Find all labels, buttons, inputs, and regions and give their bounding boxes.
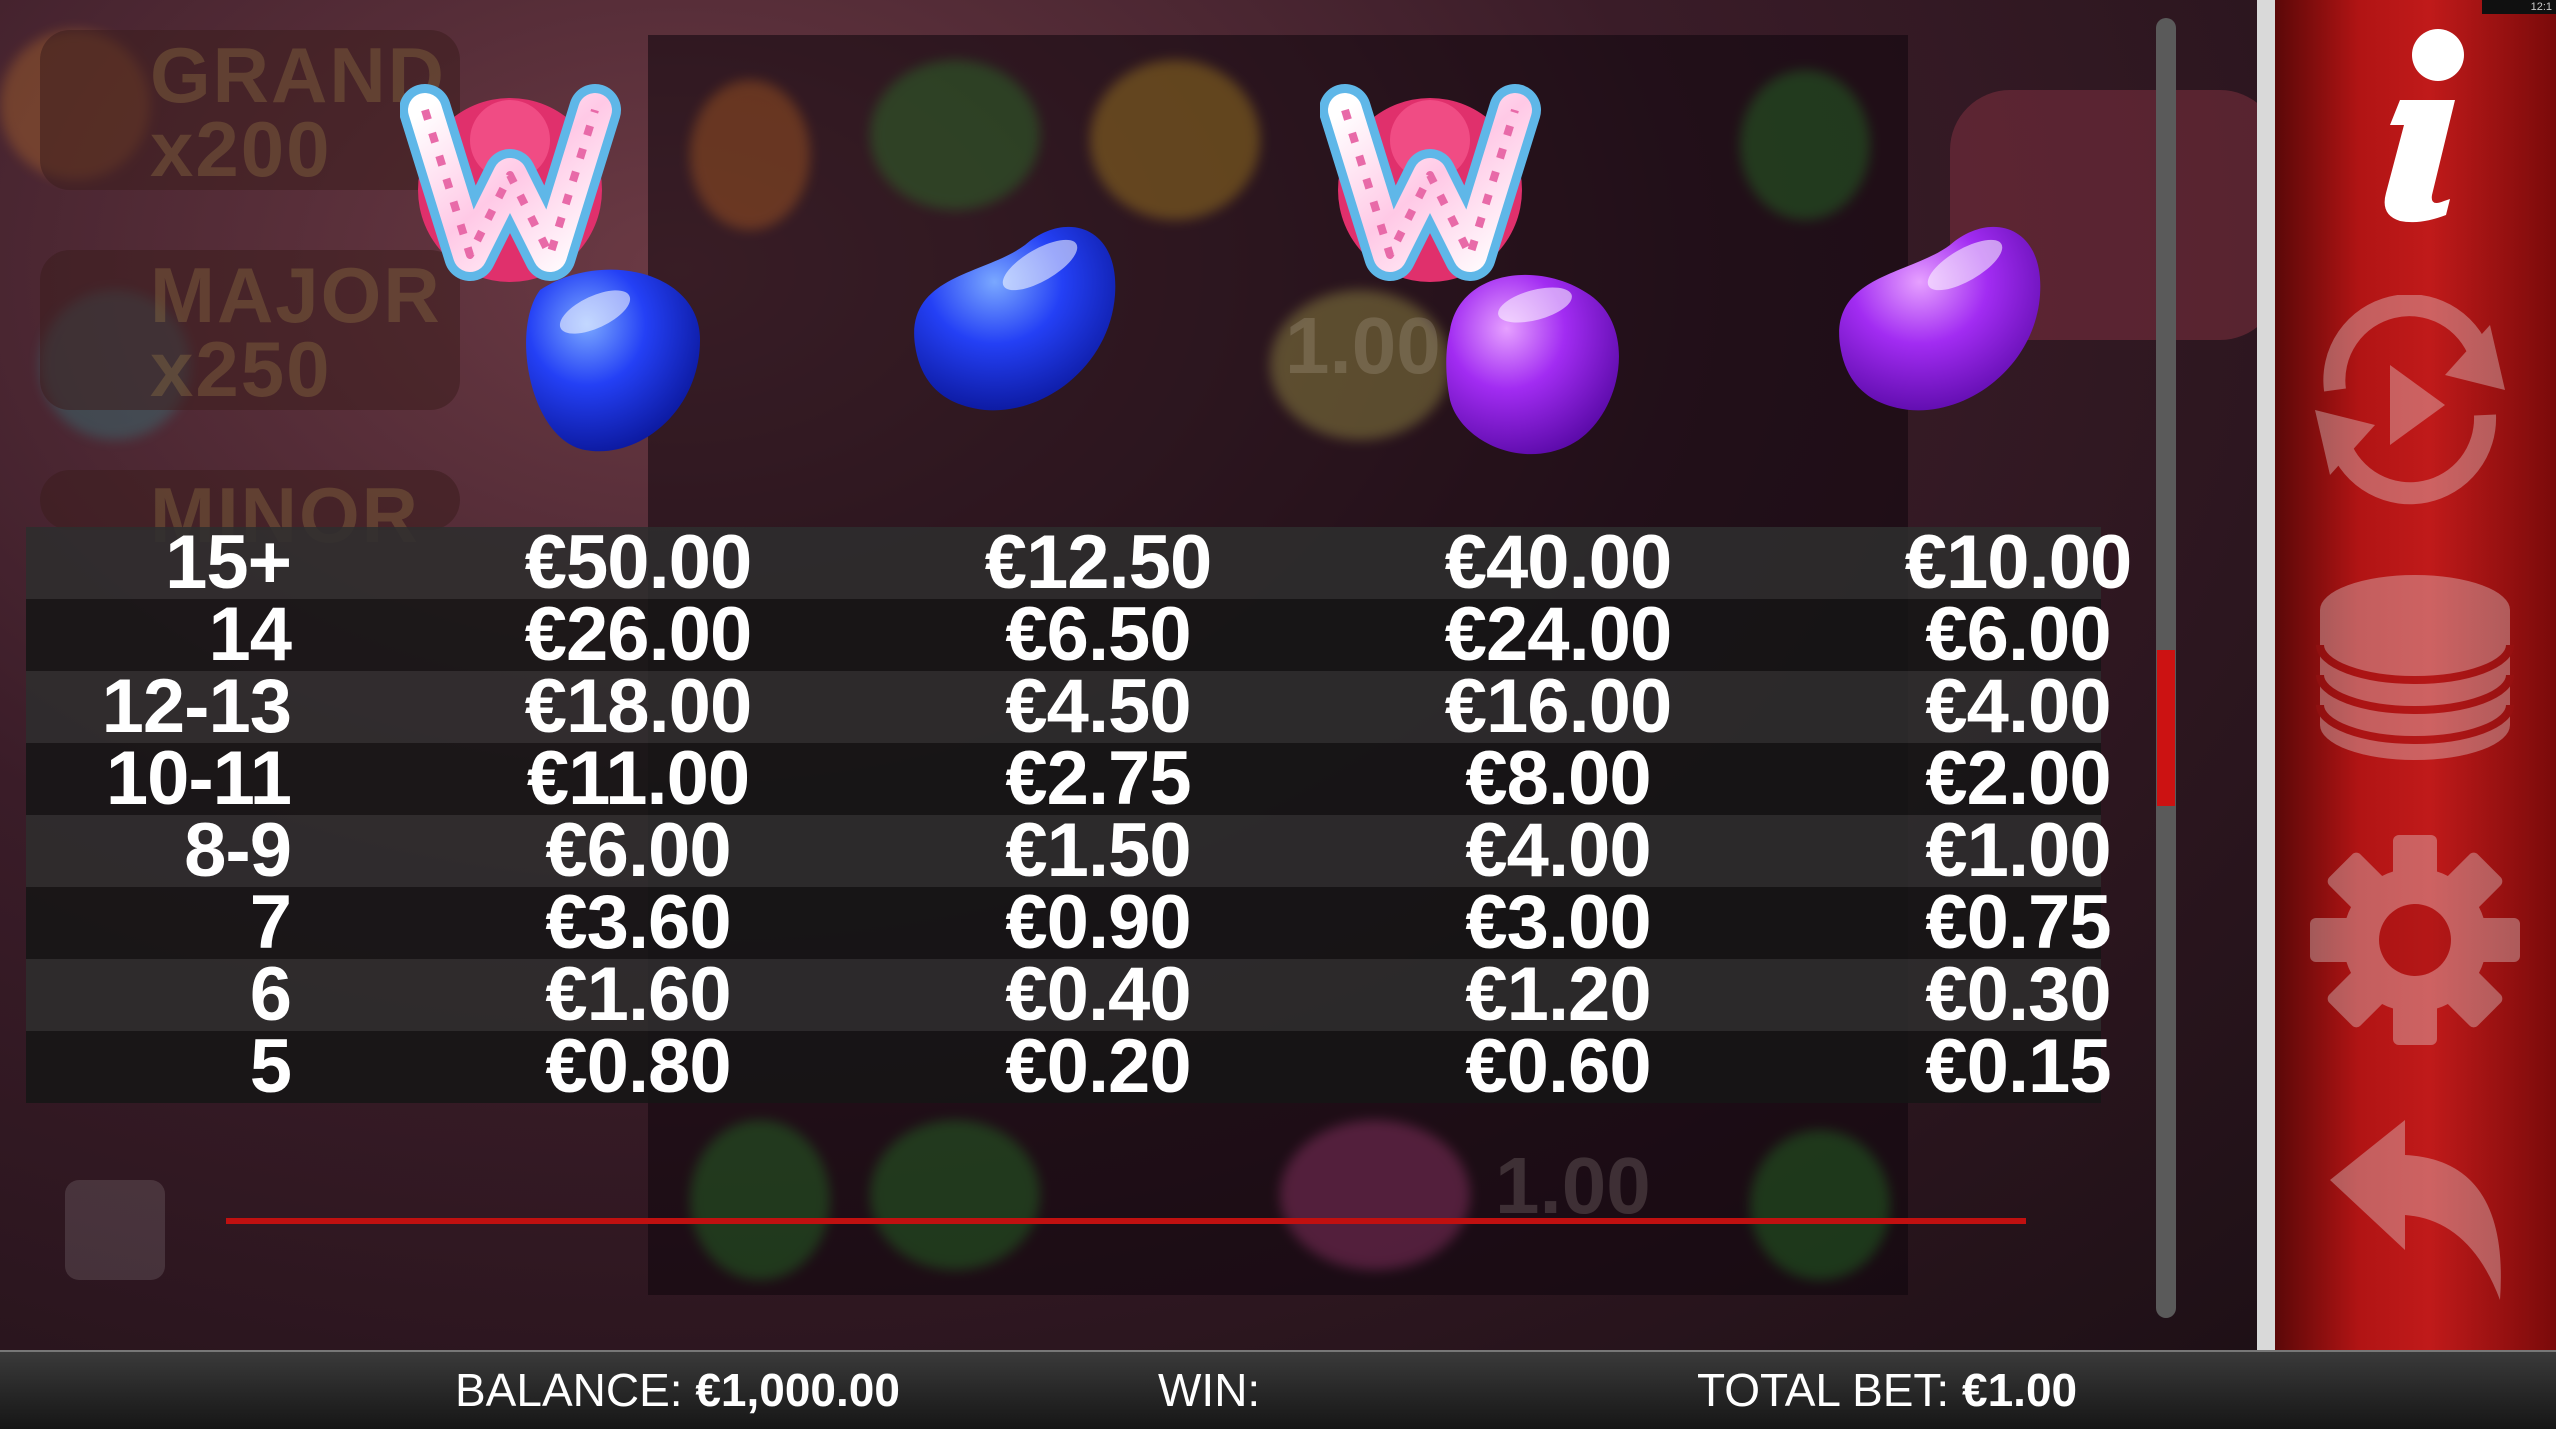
payout-value: €2.00 (1925, 736, 2111, 821)
payout-value: €4.00 (1925, 664, 2111, 749)
payout-value: €4.00 (1465, 808, 1651, 893)
jackpot-major-panel: MAJOR x250 (40, 250, 460, 410)
paytable-row: 5 €0.80 €0.20 €0.60 €0.15 (26, 1024, 2112, 1109)
total-bet-value: €1.00 (1962, 1364, 2078, 1416)
autoplay-icon[interactable] (2295, 295, 2525, 505)
symbol-count: 15+ (165, 520, 292, 605)
info-icon[interactable] (2360, 25, 2475, 225)
win-label: WIN: (1158, 1364, 1261, 1416)
symbol-count: 14 (208, 592, 292, 677)
candy-decor (870, 1120, 1040, 1270)
symbol-count: 8-9 (184, 808, 292, 893)
payout-value: €40.00 (1444, 520, 1672, 605)
paytable-row: 6 €1.60 €0.40 €1.20 €0.30 (26, 952, 2112, 1037)
payout-value: €16.00 (1444, 664, 1672, 749)
paytable-row: 14 €26.00 €6.50 €24.00 €6.00 (26, 592, 2112, 677)
payout-value: €2.75 (1005, 736, 1191, 821)
paytable-row: 8-9 €6.00 €1.50 €4.00 €1.00 (26, 808, 2112, 893)
blue-jellybean-icon (914, 226, 1116, 411)
balance-value: €1,000.00 (695, 1364, 900, 1416)
coins-stack-icon[interactable] (2315, 565, 2515, 765)
rg-badge-decor (65, 1180, 165, 1280)
paytable: 15+ €50.00 €12.50 €40.00 €10.00 14 €26.0… (26, 520, 2132, 1109)
payout-value: €24.00 (1444, 592, 1672, 677)
scrollbar-thumb[interactable] (2157, 650, 2175, 806)
wild-plus-blue-jellybean-icon (400, 84, 700, 452)
paytable-row: 10-11 €11.00 €2.75 €8.00 €2.00 (26, 736, 2112, 821)
paytable-row: 7 €3.60 €0.90 €3.00 €0.75 (26, 880, 2112, 965)
symbol-count: 10-11 (105, 736, 292, 821)
candy-decor (1280, 1120, 1470, 1270)
payout-value: €1.60 (545, 952, 731, 1037)
payout-value: €0.60 (1465, 1024, 1651, 1109)
balance-display: BALANCE: €1,000.00 (455, 1352, 900, 1429)
payout-value: €1.20 (1465, 952, 1651, 1037)
payout-value: €4.50 (1005, 664, 1191, 749)
payout-value: €0.40 (1005, 952, 1191, 1037)
symbol-count: 12-13 (101, 664, 292, 749)
payout-value: €18.00 (524, 664, 752, 749)
candy-decor (870, 60, 1040, 210)
payout-value: €0.30 (1925, 952, 2111, 1037)
win-display: WIN: (1158, 1352, 1260, 1429)
payout-value: €1.00 (1925, 808, 2111, 893)
status-bar-time: 12:1 (2482, 0, 2556, 14)
candy-decor (690, 1120, 830, 1280)
payout-value: €1.50 (1005, 808, 1191, 893)
payout-value: €0.20 (1005, 1024, 1191, 1109)
bottom-bar: BALANCE: €1,000.00 WIN: TOTAL BET: €1.00 (0, 1350, 2556, 1429)
sidebar-divider (2257, 0, 2275, 1350)
balance-label: BALANCE: (455, 1364, 683, 1416)
payout-value: €11.00 (526, 736, 750, 821)
payout-value: €12.50 (984, 520, 1212, 605)
purple-jellybean-icon (1839, 226, 2041, 411)
payout-value: €0.15 (1925, 1024, 2111, 1109)
payout-value: €3.00 (1465, 880, 1651, 965)
symbol-count: 7 (249, 880, 292, 965)
candy-decor (1740, 70, 1870, 220)
settings-gear-icon[interactable] (2305, 830, 2525, 1050)
game-sidebar (2275, 0, 2556, 1350)
payout-value: €50.00 (524, 520, 752, 605)
payout-value: €6.00 (545, 808, 731, 893)
candy-decor (1750, 1130, 1890, 1280)
back-arrow-icon[interactable] (2320, 1110, 2520, 1310)
jackpot-grand-panel: GRAND x200 (40, 30, 460, 190)
payout-value: €0.90 (1005, 880, 1191, 965)
total-bet-display: TOTAL BET: €1.00 (1697, 1352, 2077, 1429)
section-divider (226, 1218, 2026, 1224)
payout-value: €6.00 (1925, 592, 2111, 677)
wild-plus-purple-jellybean-icon (1320, 84, 1619, 455)
payout-value: €8.00 (1465, 736, 1651, 821)
payout-value: €3.60 (545, 880, 731, 965)
payout-value: €10.00 (1904, 520, 2132, 605)
symbol-count: 5 (249, 1024, 292, 1109)
payout-value: €0.80 (545, 1024, 731, 1109)
payout-value: €0.75 (1925, 880, 2111, 965)
payout-value: €6.50 (1005, 592, 1191, 677)
symbol-count: 6 (249, 952, 292, 1037)
candy-decor (1090, 60, 1260, 220)
paytable-row: 15+ €50.00 €12.50 €40.00 €10.00 (26, 520, 2132, 605)
total-bet-label: TOTAL BET: (1697, 1364, 1950, 1416)
paytable-row: 12-13 €18.00 €4.50 €16.00 €4.00 (26, 664, 2112, 749)
payout-value: €26.00 (524, 592, 752, 677)
